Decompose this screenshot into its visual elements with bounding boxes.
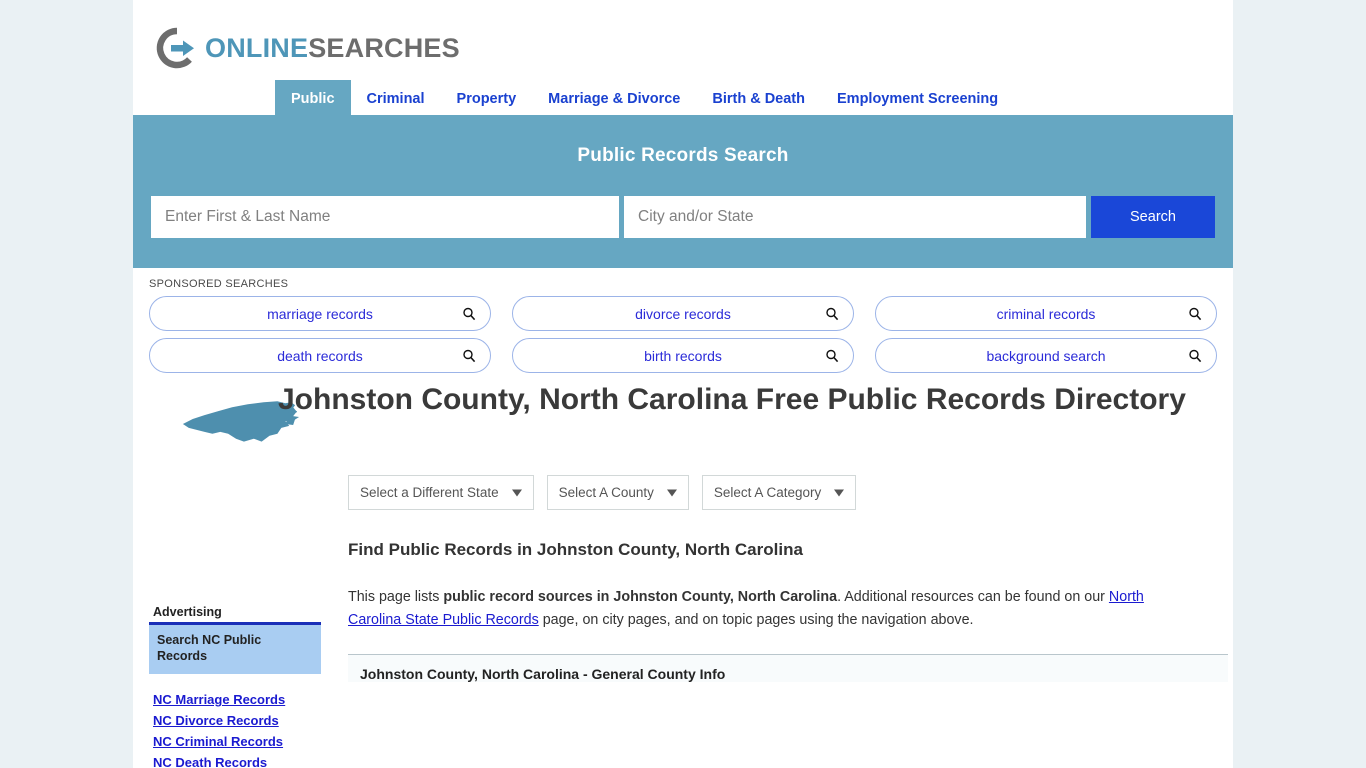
filter-selects: Select a Different State Select A County… [133, 475, 1233, 510]
page-root: ONLINESEARCHES Public Criminal Property … [0, 0, 1366, 768]
select-state-dropdown[interactable]: Select a Different State [348, 475, 534, 510]
sponsored-pill-label: birth records [644, 347, 722, 364]
paragraph-tail: page, on city pages, and on topic pages … [538, 612, 974, 629]
search-icon [825, 349, 839, 363]
name-search-input[interactable] [151, 196, 619, 238]
select-category-dropdown[interactable]: Select A Category [701, 475, 857, 510]
circle-arrow-logo-icon [155, 26, 199, 70]
search-icon [1188, 307, 1202, 321]
paragraph-middle: . Additional resources can be found on o… [837, 589, 1109, 605]
sidebar-link-nc-criminal-records[interactable]: NC Criminal Records [153, 734, 321, 749]
sponsored-row-1: marriage records divorce records crimina… [149, 296, 1217, 331]
chevron-down-icon [511, 489, 522, 496]
logo-word-searches: SEARCHES [308, 32, 460, 63]
tab-birth-death[interactable]: Birth & Death [696, 80, 821, 118]
paragraph-bold-phrase: public record sources in Johnston County… [443, 589, 838, 605]
sidebar-link-nc-marriage-records[interactable]: NC Marriage Records [153, 692, 321, 707]
search-icon [462, 307, 476, 321]
search-form: Search [151, 196, 1215, 238]
sponsored-row-2: death records birth records background s… [149, 338, 1217, 373]
sponsored-pill-divorce-records[interactable]: divorce records [512, 296, 854, 331]
site-content-column: ONLINESEARCHES Public Criminal Property … [133, 0, 1233, 768]
sidebar-advertising: Advertising Search NC Public Records NC … [149, 605, 321, 768]
sponsored-pill-label: death records [277, 347, 363, 364]
page-title-row: Johnston County, North Carolina Free Pub… [133, 380, 1233, 457]
select-county-dropdown[interactable]: Select A County [546, 475, 689, 510]
site-logo-text: ONLINESEARCHES [205, 33, 460, 64]
paragraph-lead: This page lists [348, 589, 444, 605]
search-panel-title: Public Records Search [577, 145, 789, 166]
search-icon [1188, 349, 1202, 363]
tab-criminal[interactable]: Criminal [351, 80, 441, 118]
sponsored-pill-birth-records[interactable]: birth records [512, 338, 854, 373]
general-county-info-header: Johnston County, North Carolina - Genera… [348, 655, 1228, 683]
chevron-down-icon [834, 489, 845, 496]
ad-unit-text: Search NC Public Records [157, 633, 262, 663]
search-icon [462, 349, 476, 363]
sponsored-pill-label: background search [986, 347, 1106, 364]
public-records-search-panel: Public Records Search Search [133, 118, 1233, 268]
sidebar-link-nc-death-records[interactable]: NC Death Records [153, 755, 321, 768]
sponsored-pill-label: divorce records [635, 305, 731, 322]
section-subheading: Find Public Records in Johnston County, … [348, 540, 803, 559]
page-title: Johnston County, North Carolina Free Pub… [278, 383, 1186, 416]
sponsored-pill-label: marriage records [267, 305, 373, 322]
logo-word-online: ONLINE [205, 32, 309, 63]
sponsored-pill-death-records[interactable]: death records [149, 338, 491, 373]
search-icon [825, 307, 839, 321]
search-button[interactable]: Search [1091, 196, 1215, 238]
select-category-label: Select A Category [713, 485, 822, 500]
tab-property[interactable]: Property [441, 80, 533, 118]
site-header: ONLINESEARCHES [133, 0, 1233, 80]
north-carolina-state-map-icon [133, 380, 300, 457]
location-search-input[interactable] [624, 196, 1086, 238]
sidebar-link-nc-divorce-records[interactable]: NC Divorce Records [153, 713, 321, 728]
sidebar-links: NC Marriage Records NC Divorce Records N… [149, 692, 321, 768]
primary-navigation: Public Criminal Property Marriage & Divo… [133, 80, 1233, 118]
tab-public[interactable]: Public [275, 80, 351, 118]
ad-unit-box[interactable]: Search NC Public Records [149, 622, 321, 675]
sponsored-pill-label: criminal records [996, 305, 1096, 322]
chevron-down-icon [666, 489, 677, 496]
select-county-label: Select A County [558, 485, 654, 500]
tab-employment-screening[interactable]: Employment Screening [821, 80, 1014, 118]
advertising-label: Advertising [153, 605, 222, 619]
sponsored-pill-background-search[interactable]: background search [875, 338, 1217, 373]
sponsored-searches-label: SPONSORED SEARCHES [149, 278, 289, 290]
select-state-label: Select a Different State [360, 485, 499, 500]
sponsored-pill-marriage-records[interactable]: marriage records [149, 296, 491, 331]
tab-marriage-divorce[interactable]: Marriage & Divorce [532, 80, 696, 118]
sponsored-searches-section: SPONSORED SEARCHES marriage records divo… [133, 268, 1233, 373]
sponsored-pill-criminal-records[interactable]: criminal records [875, 296, 1217, 331]
